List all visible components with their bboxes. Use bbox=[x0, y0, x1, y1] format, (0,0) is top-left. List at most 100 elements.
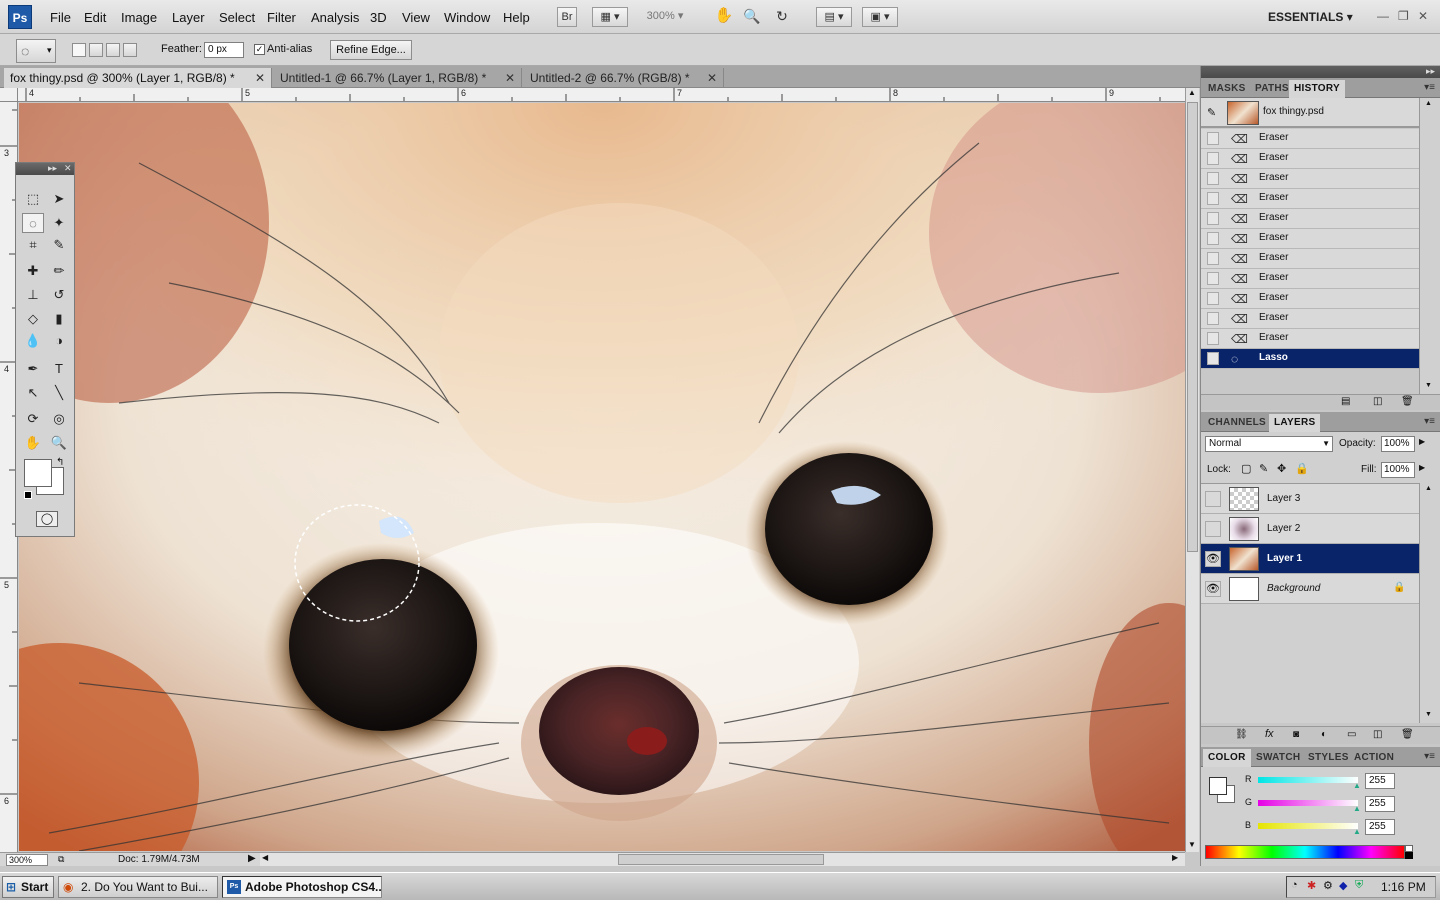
visibility-toggle[interactable] bbox=[1205, 491, 1221, 507]
brush-tool-icon[interactable]: ✏ bbox=[48, 261, 70, 281]
add-to-selection-icon[interactable] bbox=[89, 43, 103, 57]
fill-slider-arrow-icon[interactable]: ▶ bbox=[1419, 463, 1425, 472]
hand-tool-icon[interactable]: ✋ bbox=[22, 433, 44, 453]
menu-image[interactable]: Image bbox=[121, 10, 157, 25]
history-step[interactable]: ⌫ Eraser bbox=[1201, 169, 1419, 189]
tab-masks[interactable]: MASKS bbox=[1203, 80, 1251, 98]
horizontal-scrollbar[interactable]: ◀ ▶ bbox=[260, 852, 1185, 866]
scroll-left-icon[interactable]: ◀ bbox=[262, 853, 268, 862]
subtract-selection-icon[interactable] bbox=[106, 43, 120, 57]
eraser-tool-icon[interactable]: ◇ bbox=[22, 309, 44, 329]
tab-untitled-1[interactable]: Untitled-1 @ 66.7% (Layer 1, RGB/8) * ✕ bbox=[274, 68, 522, 88]
type-tool-icon[interactable]: T bbox=[48, 359, 70, 379]
menu-help[interactable]: Help bbox=[503, 10, 530, 25]
green-value-input[interactable]: 255 bbox=[1365, 796, 1395, 812]
blue-slider[interactable] bbox=[1258, 823, 1358, 829]
horizontal-ruler[interactable]: 4 5 6 7 8 9 bbox=[18, 88, 1186, 102]
opacity-slider-arrow-icon[interactable]: ▶ bbox=[1419, 437, 1425, 446]
history-brush-source-checkbox[interactable] bbox=[1207, 132, 1219, 145]
history-step-selected[interactable]: ◌ Lasso bbox=[1201, 349, 1419, 369]
lock-all-icon[interactable]: 🔒 bbox=[1295, 462, 1309, 475]
minimize-icon[interactable]: — bbox=[1377, 9, 1389, 23]
ruler-origin[interactable] bbox=[0, 88, 18, 102]
fill-input[interactable]: 100% bbox=[1381, 462, 1415, 478]
restore-icon[interactable]: ❐ bbox=[1398, 9, 1409, 23]
eyedropper-icon[interactable]: ✎ bbox=[48, 235, 70, 255]
start-button[interactable]: ⊞ Start bbox=[2, 876, 54, 898]
vertical-scrollbar[interactable]: ▲ ▼ bbox=[1185, 88, 1199, 852]
layer-row-selected[interactable]: 👁 Layer 1 bbox=[1201, 544, 1419, 574]
move-tool-icon[interactable]: ➤ bbox=[48, 189, 70, 209]
layers-scrollbar[interactable]: ▲ ▼ bbox=[1419, 483, 1440, 723]
scroll-down-icon[interactable]: ▼ bbox=[1425, 711, 1432, 718]
view-extras-button[interactable]: ▦ ▾ bbox=[592, 7, 628, 27]
tab-channels[interactable]: CHANNELS bbox=[1203, 414, 1271, 432]
zoom-tool-icon[interactable]: 🔍 bbox=[48, 433, 70, 453]
add-mask-icon[interactable]: ◙ bbox=[1293, 729, 1299, 740]
history-brush-source-checkbox[interactable] bbox=[1207, 232, 1219, 245]
history-brush-source-checkbox[interactable] bbox=[1207, 172, 1219, 185]
scroll-down-icon[interactable]: ▼ bbox=[1425, 382, 1432, 389]
layer-style-icon[interactable]: fx bbox=[1265, 728, 1274, 740]
adjustment-layer-icon[interactable]: ◐ bbox=[1321, 729, 1327, 740]
tab-fox-thingy[interactable]: fox thingy.psd @ 300% (Layer 1, RGB/8) *… bbox=[4, 68, 272, 88]
history-brush-source-checkbox[interactable] bbox=[1207, 192, 1219, 205]
layer-name[interactable]: Layer 2 bbox=[1267, 523, 1300, 534]
new-group-icon[interactable]: ▭ bbox=[1347, 729, 1356, 740]
foreground-color-swatch[interactable] bbox=[1209, 777, 1227, 795]
history-brush-source-checkbox[interactable] bbox=[1207, 292, 1219, 305]
tab-layers[interactable]: LAYERS bbox=[1269, 414, 1321, 432]
layer-name[interactable]: Background bbox=[1267, 583, 1320, 594]
tray-app-icon[interactable]: ◔ bbox=[1291, 879, 1298, 891]
tab-paths[interactable]: PATHS bbox=[1250, 80, 1294, 98]
hand-tool-icon[interactable]: ✋ bbox=[714, 7, 734, 27]
menu-filter[interactable]: Filter bbox=[267, 10, 296, 25]
arrange-documents-button[interactable]: ▤ ▾ bbox=[816, 7, 852, 27]
gradient-tool-icon[interactable]: ▮ bbox=[48, 309, 70, 329]
red-slider[interactable] bbox=[1258, 777, 1358, 783]
tray-bluetooth-icon[interactable]: ◆ bbox=[1339, 879, 1347, 892]
workspace-switcher[interactable]: ESSENTIALS ▾ bbox=[1268, 10, 1353, 24]
visibility-toggle[interactable] bbox=[1205, 521, 1221, 537]
history-step[interactable]: ⌫ Eraser bbox=[1201, 229, 1419, 249]
lasso-tool-icon[interactable]: ◌ bbox=[22, 213, 44, 233]
3d-rotate-icon[interactable]: ⟳ bbox=[22, 409, 44, 429]
zoom-level-dropdown[interactable]: 300% ▾ bbox=[638, 7, 692, 27]
history-scrollbar[interactable]: ▲ ▼ bbox=[1419, 98, 1440, 394]
menu-layer[interactable]: Layer bbox=[172, 10, 205, 25]
color-spectrum-bar[interactable] bbox=[1205, 845, 1405, 859]
marquee-tool-icon[interactable]: ⬚ bbox=[22, 189, 44, 209]
new-document-from-state-icon[interactable]: ▤ bbox=[1341, 396, 1350, 407]
crop-tool-icon[interactable]: ⌗ bbox=[22, 235, 44, 255]
eye-icon[interactable]: 👁 bbox=[1205, 581, 1221, 597]
menu-view[interactable]: View bbox=[402, 10, 430, 25]
launch-bridge-button[interactable]: Br bbox=[557, 7, 577, 27]
green-slider[interactable] bbox=[1258, 800, 1358, 806]
history-brush-source-checkbox[interactable] bbox=[1207, 152, 1219, 165]
magic-wand-icon[interactable]: ✦ bbox=[48, 213, 70, 233]
healing-brush-icon[interactable]: ✚ bbox=[22, 261, 44, 281]
zoom-field[interactable]: 300% bbox=[6, 854, 48, 866]
blue-value-input[interactable]: 255 bbox=[1365, 819, 1395, 835]
clone-stamp-icon[interactable]: ⊥ bbox=[22, 285, 44, 305]
document-canvas[interactable] bbox=[19, 103, 1185, 851]
dodge-tool-icon[interactable]: ◑ bbox=[48, 331, 70, 351]
history-step[interactable]: ⌫ Eraser bbox=[1201, 249, 1419, 269]
scroll-thumb[interactable] bbox=[1187, 102, 1198, 552]
status-menu-arrow-icon[interactable]: ▶ bbox=[248, 853, 256, 864]
status-info-icon[interactable]: ⧉ bbox=[58, 854, 64, 865]
menu-analysis[interactable]: Analysis bbox=[311, 10, 359, 25]
scroll-up-icon[interactable]: ▲ bbox=[1425, 100, 1432, 107]
panel-menu-icon[interactable]: ▾≡ bbox=[1424, 416, 1435, 427]
lock-pixels-icon[interactable]: ✎ bbox=[1259, 462, 1268, 475]
panel-dock-header[interactable]: ▸▸ bbox=[1201, 66, 1440, 78]
3d-orbit-icon[interactable]: ◎ bbox=[48, 409, 70, 429]
tab-untitled-2[interactable]: Untitled-2 @ 66.7% (RGB/8) * ✕ bbox=[524, 68, 724, 88]
zoom-tool-icon[interactable]: 🔍 bbox=[742, 7, 762, 27]
layer-row[interactable]: 👁 Background 🔒 bbox=[1201, 574, 1419, 604]
scroll-up-icon[interactable]: ▲ bbox=[1188, 88, 1196, 97]
history-brush-icon[interactable]: ↺ bbox=[48, 285, 70, 305]
rotate-view-icon[interactable]: ↻ bbox=[772, 7, 792, 27]
blue-slider-handle-icon[interactable]: ▲ bbox=[1353, 827, 1361, 836]
history-step[interactable]: ⌫ Eraser bbox=[1201, 209, 1419, 229]
